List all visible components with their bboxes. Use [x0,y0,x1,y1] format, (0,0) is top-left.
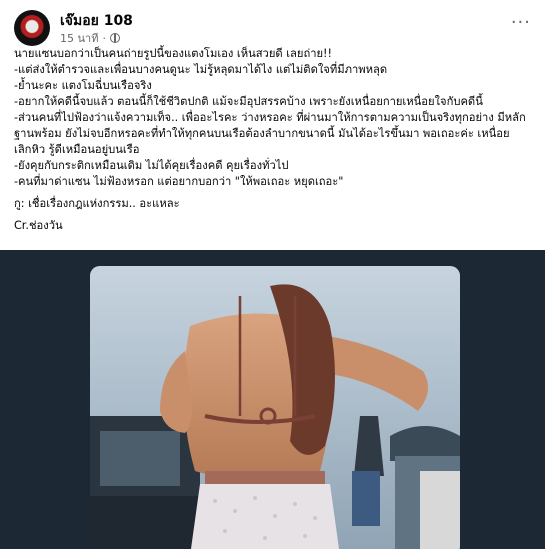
post-photo[interactable] [90,266,460,549]
post-line: -แต่ส่งให้ตำรวจและเพื่อนบางคนดูนะ ไม่รู้… [14,63,388,76]
meta-dot: · [102,31,106,45]
post-line: เลิกหิว รู้ดีเหมือนอยู่บนเรือ [14,143,140,156]
post-card: เจ๊มอย 108 15 นาที · ··· นายแซนบอกว่าเป็… [0,0,545,549]
post-line: -ยังคุยกับกระติกเหมือนเดิม ไม่ได้คุยเรื่… [14,159,289,172]
globe-icon [109,33,120,43]
post-line: -ย้ำนะคะ แตงโมฉี่บนเรือจริง [14,79,152,92]
post-line: -ส่วนคนที่ไปฟ้องว่าแจ้งความเท็จ.. เพื่ออ… [14,111,526,124]
post-text: นายแซนบอกว่าเป็นคนถ่ายรูปนี้ของแตงโมเอง … [14,46,534,234]
post-line: ฐานพร้อม ยังไม่จบอีกหรอคะที่ทำให้ทุกคนบน… [14,127,510,140]
avatar-logo [17,13,47,43]
post-media[interactable] [0,250,545,549]
post-footnote: กู: เชื่อเรื่องกฎแห่งกรรม.. อะแหละ [14,197,180,210]
post-credit: Cr.ช่องวัน [14,219,63,232]
post-line: -อยากให้คดีนี้จบแล้ว ตอนนี้ก็ใช้ชีวิตปกต… [14,95,483,108]
post-line: -คนที่มาด่าแซน ไม่ฟ้องหรอก แต่อยากบอกว่า… [14,175,344,188]
avatar[interactable] [14,10,50,46]
photo-illustration [90,266,460,549]
post-meta: 15 นาที · [60,29,120,47]
post-time[interactable]: 15 นาที [60,29,98,47]
post-header: เจ๊มอย 108 15 นาที · ··· [14,10,535,46]
post-line: นายแซนบอกว่าเป็นคนถ่ายรูปนี้ของแตงโมเอง … [14,47,333,60]
more-options-icon[interactable]: ··· [511,12,531,33]
